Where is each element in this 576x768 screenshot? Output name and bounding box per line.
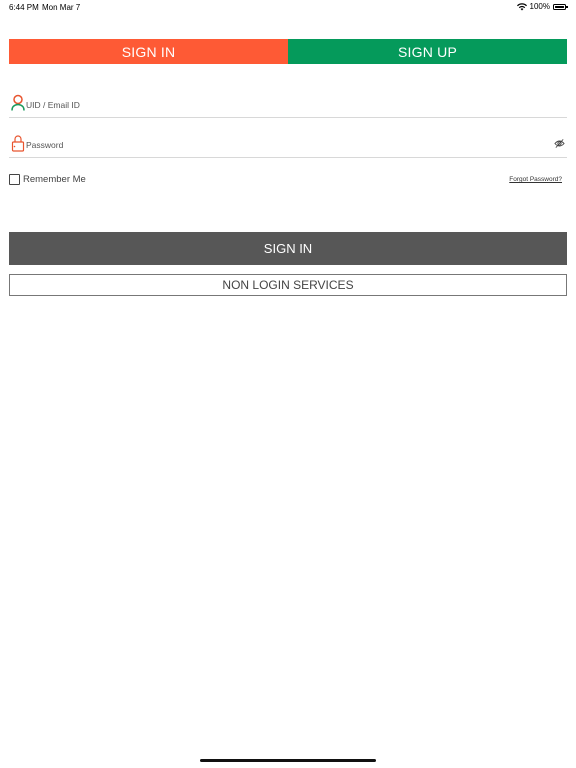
status-right: 100% [516,2,568,11]
eye-slash-icon[interactable] [554,138,565,149]
uid-field [9,94,567,118]
battery-percent: 100% [529,2,550,11]
status-date: Mon Mar 7 [42,3,81,12]
status-time: 6:44 PM [9,3,39,12]
battery-icon [553,3,568,10]
user-icon [11,94,25,111]
non-login-services-button[interactable]: NON LOGIN SERVICES [9,274,567,296]
forgot-password-link[interactable]: Forgot Password? [509,176,562,183]
wifi-icon [516,2,527,10]
tab-sign-up[interactable]: SIGN UP [288,39,567,64]
sign-in-button[interactable]: SIGN IN [9,232,567,265]
lock-icon [11,135,25,152]
remember-me-checkbox[interactable] [9,174,20,185]
tab-sign-in[interactable]: SIGN IN [9,39,288,64]
remember-me[interactable]: Remember Me [9,174,86,185]
password-input[interactable] [26,137,546,153]
battery-level [555,5,564,8]
auth-tabs: SIGN IN SIGN UP [9,39,567,64]
status-bar: 6:44 PM Mon Mar 7 100% [0,0,576,14]
home-indicator [200,759,376,762]
remember-me-label: Remember Me [23,174,86,185]
uid-input[interactable] [26,97,546,113]
password-field [9,134,567,158]
login-screen: 6:44 PM Mon Mar 7 100% SIGN IN SIGN UP U… [0,0,576,768]
